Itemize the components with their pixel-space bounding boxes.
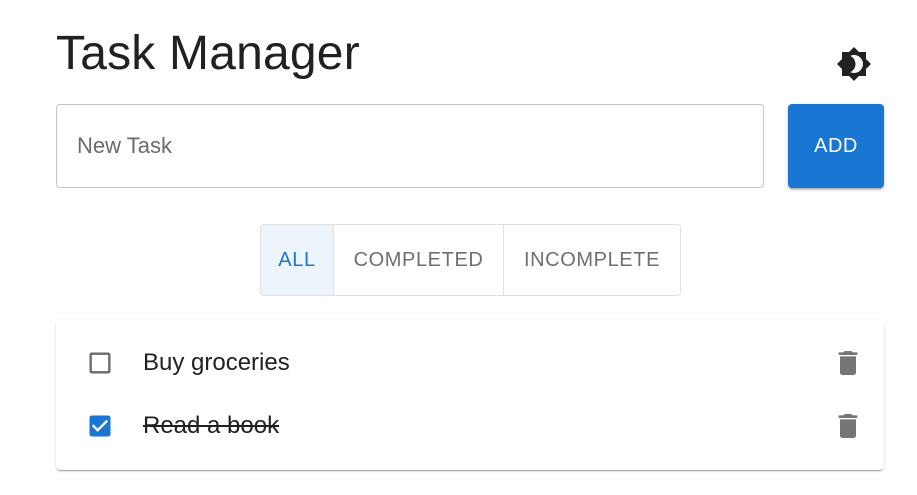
new-task-field [56, 104, 764, 188]
delete-task-button[interactable] [832, 345, 864, 381]
task-item: Buy groceries [56, 331, 884, 394]
delete-task-button[interactable] [832, 408, 864, 444]
filter-all-button[interactable]: ALL [261, 225, 334, 295]
checkbox-unchecked-icon [89, 352, 111, 373]
filter-toggle-group: ALL COMPLETED INCOMPLETE [260, 224, 681, 296]
task-list: Buy groceries Read a book [56, 320, 884, 470]
add-task-button[interactable]: ADD [788, 104, 884, 188]
brightness-icon [837, 47, 871, 81]
new-task-input[interactable] [57, 105, 763, 187]
theme-toggle-button[interactable] [834, 44, 874, 84]
task-checkbox[interactable] [86, 349, 114, 377]
trash-icon [838, 413, 858, 438]
filter-completed-button[interactable]: COMPLETED [334, 225, 504, 295]
checkbox-checked-icon [89, 415, 111, 436]
page-title: Task Manager [56, 27, 360, 80]
task-text: Buy groceries [143, 348, 290, 376]
trash-icon [838, 350, 858, 375]
filter-incomplete-button[interactable]: INCOMPLETE [504, 225, 680, 295]
task-item: Read a book [56, 394, 884, 457]
task-checkbox[interactable] [86, 412, 114, 440]
task-text: Read a book [143, 411, 280, 439]
